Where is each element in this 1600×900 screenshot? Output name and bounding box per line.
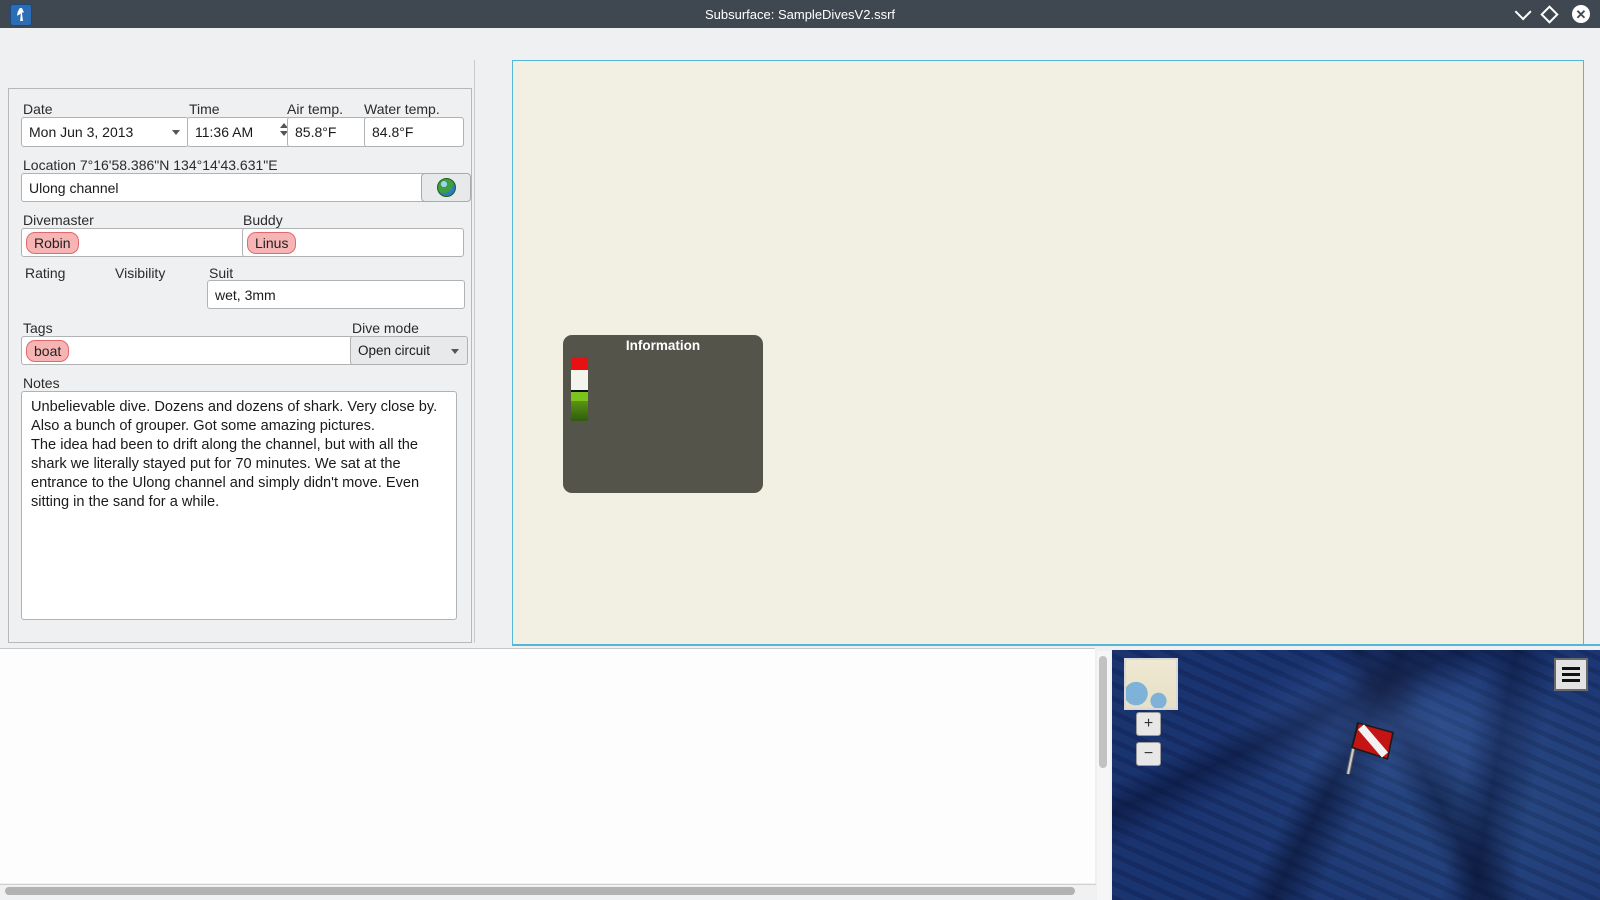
suit-field[interactable]: wet, 3mm	[207, 280, 465, 309]
minimap-thumbnail[interactable]	[1124, 658, 1178, 710]
date-label: Date	[23, 101, 53, 117]
minimize-icon[interactable]	[1514, 3, 1532, 21]
tank-pressure-legend	[571, 357, 588, 421]
vertical-scrollbar[interactable]	[1097, 651, 1110, 900]
map-menu-button[interactable]	[1554, 658, 1588, 691]
time-label: Time	[189, 101, 220, 117]
location-label: Location 7°16'58.386"N 134°14'43.631"E	[23, 157, 278, 173]
buddy-tag[interactable]: Linus	[247, 231, 297, 254]
notes-label: Notes	[23, 375, 60, 391]
date-dropdown[interactable]: Mon Jun 3, 2013	[21, 117, 189, 147]
divemaster-tag[interactable]: Robin	[26, 231, 79, 254]
dive-map[interactable]: + −	[1112, 650, 1600, 900]
buddy-field[interactable]: Linus	[242, 228, 464, 257]
notes-textarea[interactable]: Unbelievable dive. Dozens and dozens of …	[21, 391, 457, 620]
buddy-label: Buddy	[243, 212, 283, 228]
dive-mode-select[interactable]: Open circuit	[350, 336, 468, 365]
splitter[interactable]	[512, 644, 1600, 646]
air-temp-field[interactable]: 85.8°F	[287, 117, 371, 147]
profile-toolbar	[474, 60, 513, 643]
water-temp-label: Water temp.	[364, 101, 440, 117]
window-title: Subsurface: SampleDivesV2.ssrf	[704, 6, 896, 22]
menu-bar	[0, 28, 1600, 58]
dive-profile-chart[interactable]: Information	[512, 60, 1584, 645]
air-temp-label: Air temp.	[287, 101, 344, 117]
title-bar: Subsurface: SampleDivesV2.ssrf ✕	[0, 0, 1600, 28]
dive-flag-marker[interactable]	[1330, 708, 1410, 788]
info-box: Information	[563, 335, 763, 493]
map-zoom-in-button[interactable]: +	[1136, 712, 1161, 736]
time-spinbox[interactable]: 11:36 AM	[187, 117, 295, 147]
location-field[interactable]: Ulong channel	[21, 173, 431, 202]
divemaster-label: Divemaster	[23, 212, 94, 228]
notes-panel: Date Mon Jun 3, 2013 Time 11:36 AM Air t…	[8, 88, 472, 643]
maximize-icon[interactable]	[1540, 4, 1559, 24]
water-temp-field[interactable]: 84.8°F	[364, 117, 464, 147]
divemaster-field[interactable]: Robin	[21, 228, 253, 257]
suit-label: Suit	[209, 265, 234, 281]
close-icon[interactable]: ✕	[1572, 5, 1590, 23]
info-box-title: Information	[625, 338, 701, 353]
subsurface-window: Subsurface: SampleDivesV2.ssrf ✕ Date Mo…	[0, 0, 1600, 900]
dive-list	[0, 648, 1095, 883]
rating-label: Rating	[25, 265, 66, 281]
map-globe-button[interactable]	[421, 173, 471, 202]
map-zoom-out-button[interactable]: −	[1136, 742, 1161, 766]
tags-label: Tags	[23, 320, 53, 336]
app-icon	[10, 4, 32, 26]
tag-boat[interactable]: boat	[26, 339, 70, 362]
tags-field[interactable]: boat	[21, 336, 355, 365]
visibility-label: Visibility	[115, 265, 166, 281]
horizontal-scrollbar[interactable]	[0, 884, 1096, 898]
dive-mode-label: Dive mode	[352, 320, 419, 336]
globe-icon	[436, 178, 456, 197]
